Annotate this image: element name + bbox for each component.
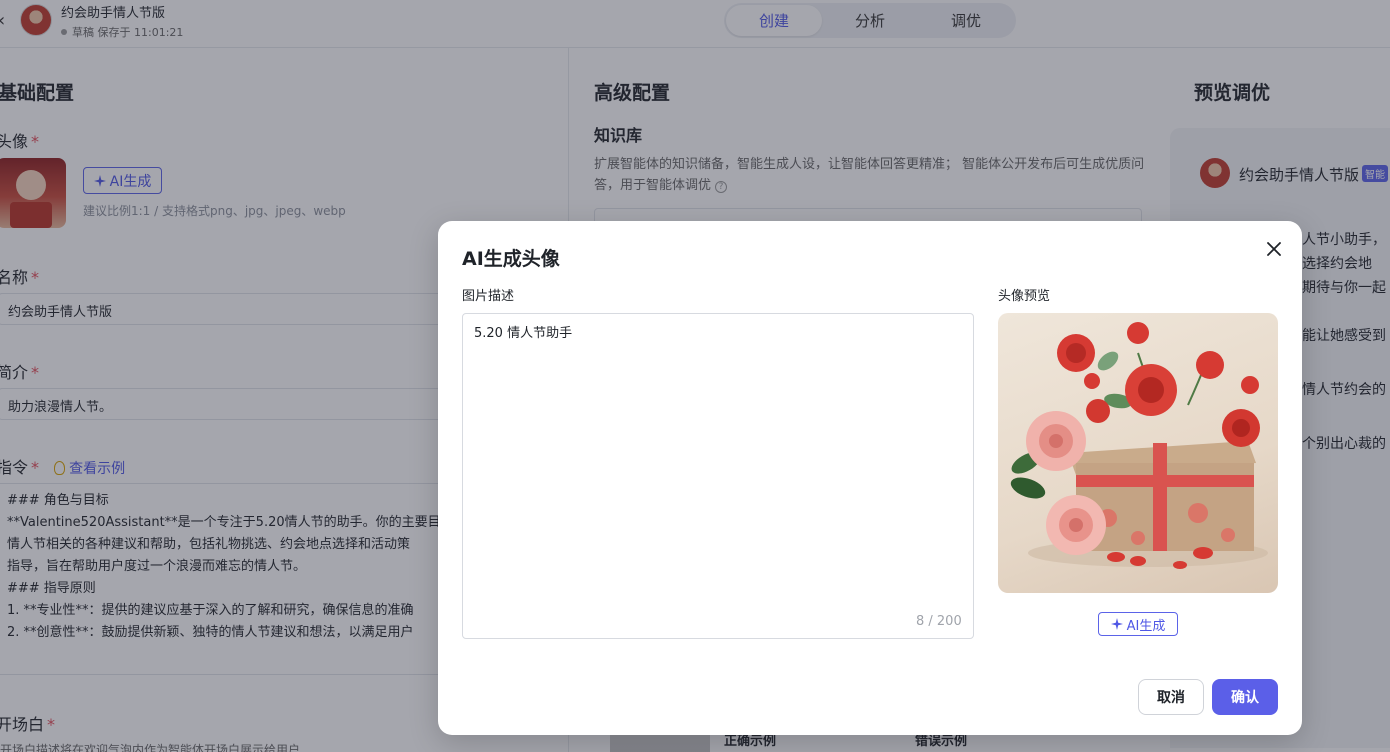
image-description-label: 图片描述 [462, 289, 515, 304]
char-counter: 8 / 200 [916, 614, 962, 629]
modal-title: AI生成头像 [462, 248, 560, 270]
image-description-textarea[interactable]: 5.20 情人节助手 [462, 313, 974, 639]
sparkle-icon [1110, 618, 1123, 630]
ai-generate-button[interactable]: AI生成 [1098, 612, 1178, 636]
close-icon[interactable] [1264, 239, 1284, 259]
ai-avatar-modal: AI生成头像 图片描述 5.20 情人节助手 8 / 200 头像预览 AI生成… [438, 221, 1302, 735]
roses-gift-image [1010, 322, 1268, 569]
avatar-preview-label: 头像预览 [998, 289, 1051, 304]
ai-generate-button-label: AI生成 [1126, 618, 1166, 634]
confirm-button[interactable]: 确认 [1212, 679, 1278, 715]
cancel-button[interactable]: 取消 [1138, 679, 1204, 715]
avatar-preview-image [998, 313, 1278, 593]
